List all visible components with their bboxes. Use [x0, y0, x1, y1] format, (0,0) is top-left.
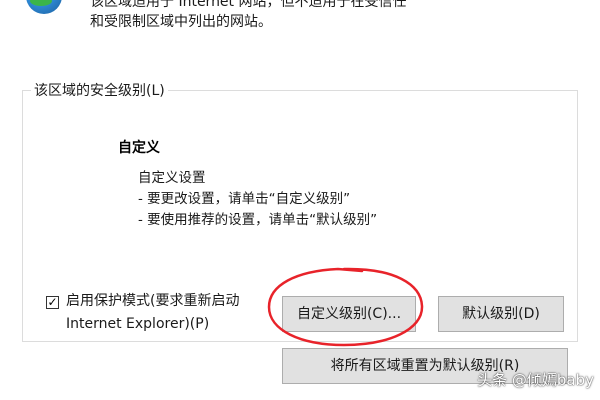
security-level-detail-line2: - 要使用推荐的设置，请单击“默认级别”	[138, 212, 378, 228]
zone-description: 该区域适用于 Internet 网站，但不适用于在受信任 和受限制区域中列出的网…	[90, 0, 407, 32]
security-level-name: 自定义	[118, 140, 160, 156]
protected-mode-label-line1: 启用保护模式(要求重新启动	[66, 293, 240, 309]
security-level-detail: 自定义设置 - 要更改设置，请单击“自定义级别” - 要使用推荐的设置，请单击“…	[138, 168, 377, 231]
checkmark-icon: ✓	[47, 295, 58, 309]
zone-description-line2: 和受限制区域中列出的网站。	[90, 14, 272, 30]
protected-mode-checkbox[interactable]: ✓	[46, 296, 59, 309]
security-level-detail-line1: - 要更改设置，请单击“自定义级别”	[138, 191, 351, 207]
protected-mode-label-line2: Internet Explorer)(P)	[66, 316, 210, 332]
protected-mode-label[interactable]: 启用保护模式(要求重新启动 Internet Explorer)(P)	[66, 290, 239, 336]
security-level-detail-title: 自定义设置	[138, 170, 206, 186]
custom-level-button[interactable]: 自定义级别(C)...	[282, 296, 416, 332]
default-level-button[interactable]: 默认级别(D)	[438, 296, 564, 332]
security-level-group-label: 该区域的安全级别(L)	[34, 83, 165, 99]
watermark-text: 头条 @倾嫣baby	[477, 371, 594, 389]
internet-zone-globe-icon	[26, 0, 62, 14]
zone-description-line1: 该区域适用于 Internet 网站，但不适用于在受信任	[90, 0, 407, 10]
